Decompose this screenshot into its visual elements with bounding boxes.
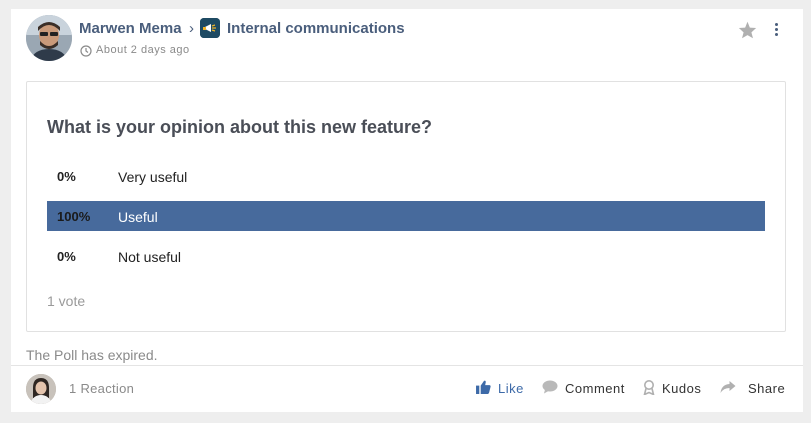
poll-option-not-useful[interactable]: 0% Not useful (47, 241, 765, 271)
post-timestamp[interactable]: About 2 days ago (96, 44, 190, 56)
poll-option-percent: 0% (57, 169, 76, 184)
star-icon[interactable] (738, 21, 757, 44)
activity-card: Marwen Mema › Internal communications Ab… (11, 9, 803, 412)
poll-option-label: Not useful (118, 249, 182, 265)
divider (11, 365, 803, 366)
poll-vote-count: 1 vote (47, 293, 86, 309)
reactor-avatar[interactable] (26, 374, 56, 404)
share-label: Share (748, 381, 786, 396)
poll-status: The Poll has expired. (26, 347, 158, 363)
poll-option-useful[interactable]: 100% Useful (47, 201, 765, 231)
reaction-count[interactable]: 1 Reaction (69, 381, 134, 396)
author-avatar[interactable] (26, 15, 72, 61)
megaphone-icon[interactable] (200, 18, 220, 38)
poll-container: What is your opinion about this new feat… (26, 81, 786, 332)
poll-option-percent: 100% (57, 209, 91, 224)
breadcrumb-separator: › (189, 20, 194, 37)
poll-question: What is your opinion about this new feat… (47, 117, 433, 137)
poll-option-very-useful[interactable]: 0% Very useful (47, 161, 765, 191)
more-vertical-icon[interactable] (773, 23, 779, 39)
kudos-label: Kudos (662, 381, 702, 396)
author-name[interactable]: Marwen Mema (79, 20, 182, 37)
like-label: Like (498, 381, 524, 396)
space-link[interactable]: Internal communications (227, 20, 405, 37)
clock-icon (80, 44, 92, 62)
poll-option-label: Useful (118, 209, 158, 225)
comment-label: Comment (565, 381, 625, 396)
poll-option-percent: 0% (57, 249, 76, 264)
poll-option-label: Very useful (118, 169, 188, 185)
